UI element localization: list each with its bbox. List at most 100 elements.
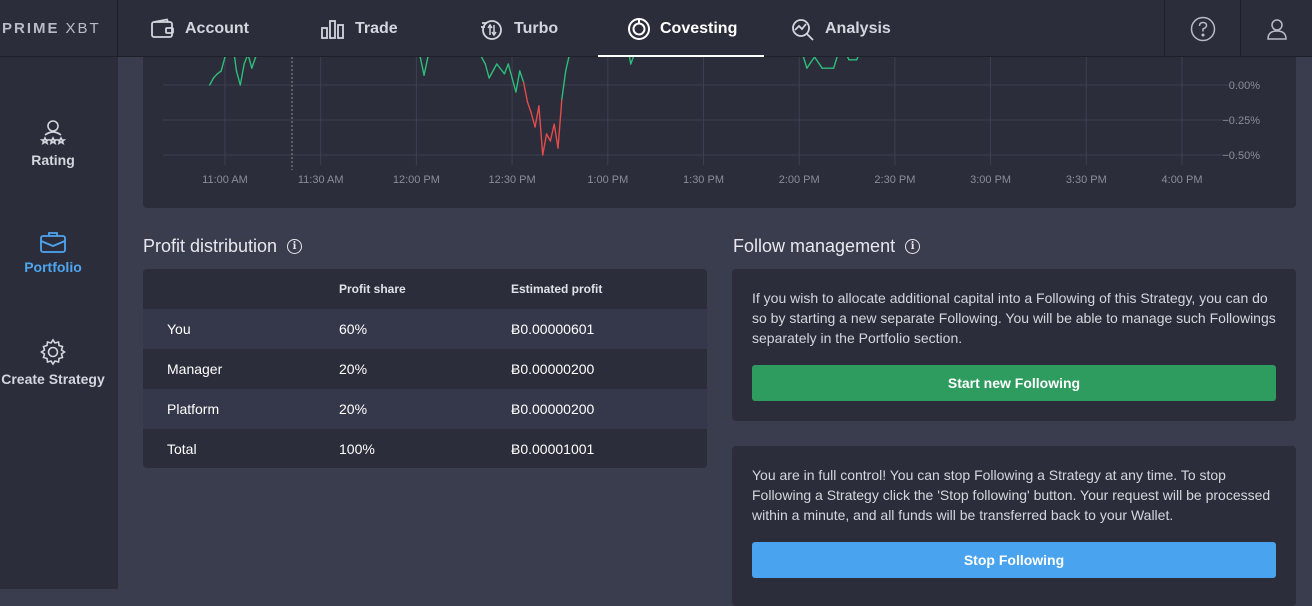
stop-following-description: You are in full control! You can stop Fo… (752, 467, 1271, 523)
chart-y-tick-label: 0.00% (1229, 80, 1260, 92)
table-row: Total 100% Ƀ0.00001001 (143, 429, 707, 468)
table-row: Platform 20% Ƀ0.00000200 (143, 389, 707, 429)
performance-chart: 11:00 AM 11:30 AM 12:00 PM 12:30 PM 1:00 PM 1… (163, 42, 1260, 186)
sidebar-item-rating[interactable]: Rating (0, 119, 106, 168)
tab-covesting[interactable]: Covesting (597, 0, 765, 57)
chart-series-segment (507, 63, 513, 79)
top-navigation-bar: PRIME XBT Account Trade Turbo Covesting … (0, 0, 1312, 57)
chart-series-segment (553, 123, 559, 149)
chart-series-segment (496, 63, 506, 75)
chart-series-segment (798, 42, 808, 69)
chart-series-segment (840, 42, 850, 61)
start-new-following-button[interactable]: Start new Following (752, 365, 1276, 401)
chart-series-segment (538, 105, 544, 156)
table-row: You 60% Ƀ0.00000601 (143, 309, 707, 349)
chart-series-segment (549, 123, 555, 142)
turbo-icon (481, 19, 502, 40)
chart-series-segment (488, 63, 498, 79)
chart-series-segment (564, 53, 571, 72)
row-estimated: Ƀ0.00000601 (511, 321, 595, 337)
user-icon (1266, 18, 1287, 40)
chart-series-segment (832, 42, 843, 69)
info-icon[interactable]: i (905, 239, 921, 254)
tab-account-label: Account (185, 19, 249, 37)
table-row: Manager 20% Ƀ0.00000200 (143, 349, 707, 389)
profit-distribution-title: Profit distribution i (143, 236, 303, 257)
start-following-card: If you wish to allocate additional capit… (732, 269, 1296, 421)
covesting-icon (628, 17, 650, 40)
chart-series-segment (484, 63, 490, 79)
bar-chart-icon (321, 19, 344, 39)
header-profit-share: Profit share (339, 282, 406, 296)
chart-series-segment (542, 133, 548, 156)
follow-management-title: Follow management i (733, 236, 921, 257)
chart-series-segment (855, 42, 865, 61)
tab-turbo[interactable]: Turbo (479, 0, 558, 57)
row-name: Platform (167, 401, 220, 417)
chart-series-segment (231, 42, 238, 72)
chart-x-tick-label: 2:30 PM (874, 174, 915, 186)
logo-bold-text: PRIME (2, 20, 60, 37)
chart-series-segment (473, 42, 487, 65)
chart-series-segment (220, 56, 226, 72)
tab-account[interactable]: Account (150, 0, 249, 57)
row-name: Manager (167, 361, 223, 377)
chart-series-segment (806, 56, 816, 69)
logo-thin-text: XBT (65, 20, 101, 37)
chart-series-segment (545, 133, 552, 142)
row-name: You (167, 321, 191, 337)
row-share: 60% (339, 321, 368, 337)
sidebar-item-portfolio-label: Portfolio (24, 259, 82, 275)
chart-x-tick-label: 11:00 AM (202, 174, 248, 186)
sidebar-item-rating-label: Rating (31, 152, 75, 168)
chart-series-segment (419, 56, 425, 76)
chart-y-tick-label: −0.50% (1222, 150, 1260, 162)
chart-x-tick-label: 12:30 PM (489, 174, 536, 186)
row-name: Total (167, 441, 197, 457)
info-icon[interactable]: i (287, 239, 303, 254)
profit-distribution-table: Profit share Estimated profit You 60% Ƀ0… (143, 269, 707, 468)
tab-analysis[interactable]: Analysis (790, 0, 891, 57)
chart-series-segment (216, 70, 222, 75)
header-estimated-profit: Estimated profit (511, 282, 603, 296)
chart-x-tick-label: 1:30 PM (683, 174, 724, 186)
start-following-description: If you wish to allocate additional capit… (752, 290, 1276, 346)
row-estimated: Ƀ0.00000200 (511, 361, 595, 377)
rating-icon (39, 120, 67, 146)
chart-series-segment (519, 70, 525, 83)
chart-series-segment (235, 70, 242, 86)
chart-series-segment (626, 42, 632, 65)
prime-xbt-logo[interactable]: PRIME XBT (0, 0, 118, 57)
stop-following-card: You are in full control! You can stop Fo… (732, 446, 1296, 606)
chart-x-tick-label: 3:30 PM (1066, 174, 1107, 186)
chart-x-tick-label: 2:00 PM (779, 174, 820, 186)
chart-series-segment (534, 105, 540, 128)
user-button[interactable] (1240, 0, 1312, 57)
chart-x-tick-label: 4:00 PM (1162, 174, 1203, 186)
row-share: 100% (339, 441, 375, 457)
sidebar-item-portfolio[interactable]: Portfolio (0, 230, 106, 275)
chart-series-segment (208, 77, 215, 86)
chart-series-segment (251, 56, 257, 69)
follow-management-title-text: Follow management (733, 236, 896, 256)
sidebar-item-create-strategy[interactable]: Create Strategy (0, 338, 106, 387)
tab-covesting-label: Covesting (660, 19, 738, 37)
profit-distribution-title-text: Profit distribution (143, 236, 278, 256)
chart-x-tick-label: 1:00 PM (587, 174, 628, 186)
chart-series-segment (212, 73, 219, 79)
wallet-icon (151, 17, 174, 38)
chart-series-segment (239, 63, 245, 86)
chart-series-segment (630, 42, 640, 65)
stop-following-button[interactable]: Stop Following (752, 542, 1276, 578)
row-share: 20% (339, 401, 368, 417)
chart-x-tick-label: 12:00 PM (393, 174, 440, 186)
tab-trade[interactable]: Trade (320, 0, 398, 57)
chart-y-tick-label: −0.25% (1222, 115, 1260, 127)
sidebar-item-create-strategy-label: Create Strategy (1, 371, 105, 387)
chart-series-segment (423, 56, 429, 76)
tab-trade-label: Trade (355, 19, 398, 37)
question-circle-icon (1190, 16, 1215, 41)
help-button[interactable] (1164, 0, 1240, 57)
row-share: 20% (339, 361, 368, 377)
chart-x-tick-label: 11:30 AM (298, 174, 344, 186)
